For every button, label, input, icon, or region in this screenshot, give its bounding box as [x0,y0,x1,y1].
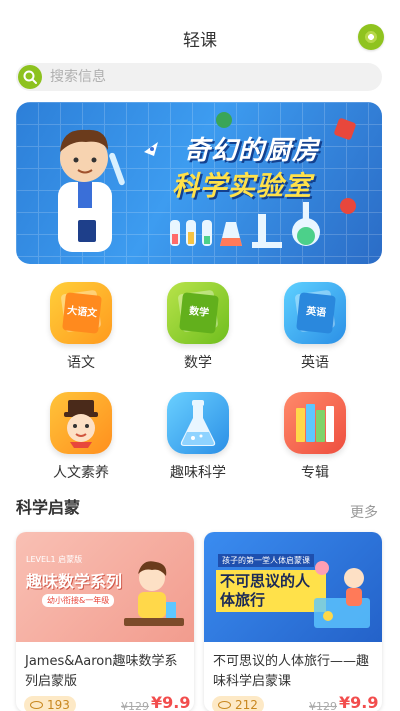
disc-icon[interactable] [358,24,384,50]
page-title: 轻课 [183,31,217,51]
category-album[interactable]: 专辑 [270,392,360,482]
category-label: 语文 [67,355,95,371]
promo-banner[interactable]: 奇幻的厨房 科学实验室 [16,102,382,264]
books-icon [284,392,346,454]
category-english[interactable]: 英语 英语 [270,282,360,372]
category-humanities[interactable]: 人文素养 [36,392,126,482]
original-price: ¥129 [309,700,337,711]
flask-icon [167,392,229,454]
course-title: James&Aaron趣味数学系列启蒙版 [25,654,178,689]
search-input[interactable] [50,63,370,91]
category-label: 趣味科学 [170,465,226,481]
category-math[interactable]: 数学 数学 [153,282,243,372]
eye-icon [30,700,43,709]
course-price: ¥9.9 [151,693,191,711]
category-label: 英语 [301,355,329,371]
search-icon[interactable] [18,65,42,89]
category-science[interactable]: 趣味科学 [153,392,243,482]
course-card[interactable]: LEVEL1 启蒙版 趣味数学系列 幼小衔接&一年级 James&Aaron趣味… [16,532,194,711]
cover-illustration [314,561,370,628]
character-icon [50,392,112,454]
category-chinese[interactable]: 大语文 语文 [36,282,126,372]
book-icon: 大语文 [50,282,112,344]
course-cover: LEVEL1 启蒙版 趣味数学系列 幼小衔接&一年级 [16,532,194,642]
category-label: 数学 [184,355,212,371]
original-price: ¥129 [121,700,149,711]
view-count: 193 [24,696,76,711]
category-icon-text: 数学 [179,292,219,334]
view-count: 212 [212,696,264,711]
cover-illustration [124,561,184,626]
banner-title-line2: 科学实验室 [172,171,312,202]
course-price: ¥9.9 [339,693,379,711]
book-icon: 数学 [167,282,229,344]
eye-icon [218,700,231,709]
category-icon-text: 英语 [296,292,336,334]
category-icon-text: 大语文 [62,292,102,334]
book-icon: 英语 [284,282,346,344]
search-bar[interactable] [16,63,382,91]
category-label: 人文素养 [53,465,109,481]
course-title: 不可思议的人体旅行——趣味科学启蒙课 [213,654,370,689]
top-bar: 轻课 [0,0,400,62]
more-link[interactable]: 更多 [350,502,378,522]
course-cover: 孩子的第一堂人体启蒙课 不可思议的人体旅行 [204,532,382,642]
section-title: 科学启蒙 [16,498,81,517]
banner-title-line1: 奇幻的厨房 [184,136,320,166]
course-card[interactable]: 孩子的第一堂人体启蒙课 不可思议的人体旅行 不可思议的人体旅行——趣味科学启蒙课… [204,532,382,711]
category-label: 专辑 [301,465,329,481]
